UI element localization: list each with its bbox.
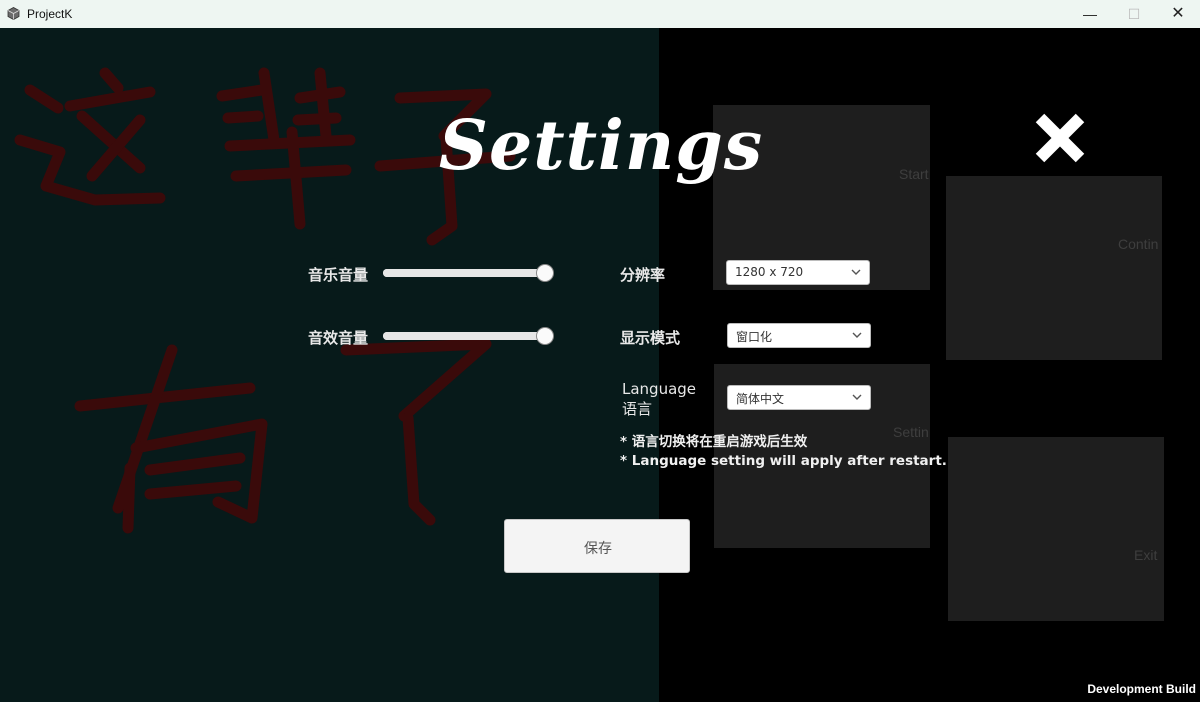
language-value: 简体中文 (736, 392, 785, 406)
development-build-label: Development Build (1087, 682, 1196, 696)
menu-panel-continue[interactable] (946, 176, 1162, 360)
language-label-en: Language (622, 380, 697, 398)
display-mode-value: 窗口化 (736, 330, 773, 344)
game-viewport: Start Contin Settin Exit Settings 音乐音量 音… (0, 28, 1200, 702)
window-close-button[interactable]: ✕ (1156, 0, 1200, 28)
display-mode-dropdown[interactable]: 窗口化 (727, 323, 871, 348)
slider-knob[interactable] (535, 327, 554, 345)
display-mode-label: 显示模式 (620, 329, 681, 347)
resolution-dropdown[interactable]: 1280 x 720 (726, 260, 870, 285)
close-x-icon[interactable] (1032, 110, 1088, 166)
language-note-zh: * 语言切换将在重启游戏后生效 (620, 434, 808, 450)
window-title-bar: ProjectK — ☐ ✕ (0, 0, 1200, 28)
save-button[interactable]: 保存 (504, 519, 690, 573)
chevron-down-icon (852, 332, 862, 338)
menu-settings-label: Settin (893, 424, 929, 440)
menu-start-label: Start (899, 166, 929, 182)
music-volume-label: 音乐音量 (308, 266, 369, 284)
sfx-volume-slider[interactable] (383, 327, 554, 345)
resolution-value: 1280 x 720 (735, 265, 804, 279)
save-button-label: 保存 (584, 541, 612, 557)
window-title: ProjectK (27, 7, 73, 21)
slider-knob[interactable] (535, 264, 554, 282)
slider-fill (383, 269, 545, 277)
resolution-label: 分辨率 (620, 266, 666, 284)
menu-exit-label: Exit (1134, 547, 1158, 563)
minimize-button[interactable]: — (1068, 0, 1112, 28)
chevron-down-icon (851, 269, 861, 275)
menu-continue-label: Contin (1118, 236, 1159, 252)
slider-fill (383, 332, 545, 340)
music-volume-slider[interactable] (383, 264, 554, 282)
menu-panel-exit[interactable] (948, 437, 1164, 621)
language-label-zh: 语言 (622, 400, 653, 418)
settings-title: Settings (438, 106, 764, 186)
app-cube-icon (7, 7, 20, 20)
chevron-down-icon (852, 394, 862, 400)
language-dropdown[interactable]: 简体中文 (727, 385, 871, 410)
language-note-en: * Language setting will apply after rest… (620, 453, 947, 469)
maximize-button[interactable]: ☐ (1112, 0, 1156, 28)
sfx-volume-label: 音效音量 (308, 329, 369, 347)
